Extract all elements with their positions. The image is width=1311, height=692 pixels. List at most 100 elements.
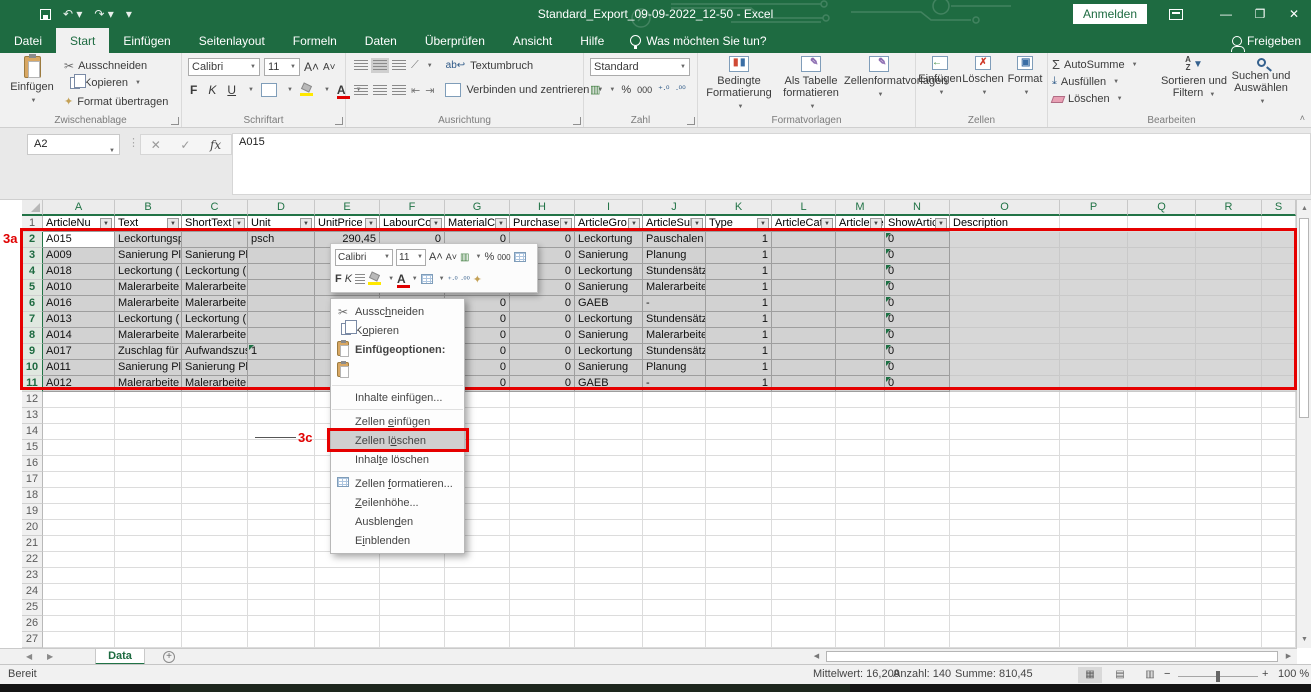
- cell-I12[interactable]: [575, 392, 643, 408]
- cell-D22[interactable]: [248, 552, 315, 568]
- cell-N23[interactable]: [885, 568, 950, 584]
- cell-N10[interactable]: 0: [885, 360, 950, 376]
- cell-Q16[interactable]: [1128, 456, 1196, 472]
- row-header-2[interactable]: 2: [22, 232, 43, 248]
- increase-indent-icon[interactable]: ⇥: [425, 84, 434, 97]
- cell-P19[interactable]: [1060, 504, 1128, 520]
- cell-L5[interactable]: [772, 280, 836, 296]
- cell-I15[interactable]: [575, 440, 643, 456]
- cell-K23[interactable]: [706, 568, 772, 584]
- zoom-in-icon[interactable]: +: [1262, 668, 1268, 680]
- cell-L19[interactable]: [772, 504, 836, 520]
- cell-C26[interactable]: [182, 616, 248, 632]
- cell-B21[interactable]: [115, 536, 182, 552]
- paste-button[interactable]: Einfügen▼: [6, 56, 58, 114]
- name-box[interactable]: A2▼: [27, 134, 120, 155]
- row-header-24[interactable]: 24: [22, 584, 43, 600]
- format-cells-button[interactable]: ▣ Format▼: [1004, 56, 1046, 114]
- cell-A3[interactable]: A009: [43, 248, 115, 264]
- cell-J19[interactable]: [643, 504, 706, 520]
- cell-A2[interactable]: A015: [43, 232, 115, 248]
- column-header-J[interactable]: J: [643, 200, 706, 216]
- cell-I1[interactable]: ArticleGro▼: [575, 216, 643, 232]
- cell-P7[interactable]: [1060, 312, 1128, 328]
- cell-L9[interactable]: [772, 344, 836, 360]
- cell-O25[interactable]: [950, 600, 1060, 616]
- cell-I21[interactable]: [575, 536, 643, 552]
- cancel-icon[interactable]: ✕: [151, 138, 161, 152]
- cell-A25[interactable]: [43, 600, 115, 616]
- cell-L21[interactable]: [772, 536, 836, 552]
- cell-D24[interactable]: [248, 584, 315, 600]
- column-header-F[interactable]: F: [380, 200, 445, 216]
- cell-L27[interactable]: [772, 632, 836, 648]
- mini-borders-icon[interactable]: [421, 274, 433, 284]
- cell-K7[interactable]: 1: [706, 312, 772, 328]
- vertical-scrollbar[interactable]: ▲ ▼: [1296, 200, 1311, 648]
- cell-H27[interactable]: [510, 632, 575, 648]
- row-header-1[interactable]: 1: [22, 216, 43, 232]
- cell-I25[interactable]: [575, 600, 643, 616]
- clear-button[interactable]: Löschen▼: [1052, 93, 1123, 105]
- cell-J11[interactable]: -: [643, 376, 706, 392]
- cell-Q15[interactable]: [1128, 440, 1196, 456]
- comma-style-button[interactable]: 000: [637, 85, 652, 95]
- cell-O24[interactable]: [950, 584, 1060, 600]
- filter-dropdown-PurchaseF[interactable]: ▼: [560, 218, 572, 230]
- cell-Q4[interactable]: [1128, 264, 1196, 280]
- cell-K21[interactable]: [706, 536, 772, 552]
- cell-P4[interactable]: [1060, 264, 1128, 280]
- cell-B9[interactable]: Zuschlag für: [115, 344, 182, 360]
- cell-I7[interactable]: Leckortung: [575, 312, 643, 328]
- cell-O1[interactable]: Description: [950, 216, 1060, 232]
- cell-P2[interactable]: [1060, 232, 1128, 248]
- cell-S9[interactable]: [1262, 344, 1296, 360]
- row-header-21[interactable]: 21: [22, 536, 43, 552]
- cell-I19[interactable]: [575, 504, 643, 520]
- context-menu-item-zellen-einf-gen[interactable]: Zellen einfügen: [331, 412, 464, 431]
- mini-accounting-icon[interactable]: ▥: [460, 252, 469, 263]
- row-header-14[interactable]: 14: [22, 424, 43, 440]
- cell-M2[interactable]: [836, 232, 885, 248]
- cell-S25[interactable]: [1262, 600, 1296, 616]
- cell-Q18[interactable]: [1128, 488, 1196, 504]
- cell-J27[interactable]: [643, 632, 706, 648]
- cell-M24[interactable]: [836, 584, 885, 600]
- mini-format-painter-icon[interactable]: ✦: [473, 273, 482, 286]
- accounting-format-icon[interactable]: ▥: [590, 83, 600, 96]
- cell-K3[interactable]: 1: [706, 248, 772, 264]
- column-header-A[interactable]: A: [43, 200, 115, 216]
- cell-R3[interactable]: [1196, 248, 1262, 264]
- cell-O26[interactable]: [950, 616, 1060, 632]
- cell-K1[interactable]: Type▼: [706, 216, 772, 232]
- cell-I5[interactable]: Sanierung: [575, 280, 643, 296]
- cell-O13[interactable]: [950, 408, 1060, 424]
- cell-K12[interactable]: [706, 392, 772, 408]
- tab-ansicht[interactable]: Ansicht: [499, 28, 566, 53]
- scroll-down-icon[interactable]: ▼: [1297, 632, 1311, 647]
- cell-R24[interactable]: [1196, 584, 1262, 600]
- cell-S20[interactable]: [1262, 520, 1296, 536]
- cell-R19[interactable]: [1196, 504, 1262, 520]
- cell-A22[interactable]: [43, 552, 115, 568]
- context-menu-item-ausblenden[interactable]: Ausblenden: [331, 512, 464, 531]
- increase-decimal-icon[interactable]: ⁺·⁰: [658, 84, 669, 95]
- cell-R17[interactable]: [1196, 472, 1262, 488]
- cell-A19[interactable]: [43, 504, 115, 520]
- cell-Q17[interactable]: [1128, 472, 1196, 488]
- row-header-25[interactable]: 25: [22, 600, 43, 616]
- context-menu-item-kopieren[interactable]: Kopieren: [331, 321, 464, 340]
- cell-S10[interactable]: [1262, 360, 1296, 376]
- cell-M16[interactable]: [836, 456, 885, 472]
- context-menu-item-inhalte-einf-gen[interactable]: Inhalte einfügen...: [331, 388, 464, 407]
- cell-Q27[interactable]: [1128, 632, 1196, 648]
- sheet-tab-data[interactable]: Data: [95, 649, 145, 665]
- cell-L15[interactable]: [772, 440, 836, 456]
- font-family-combo[interactable]: Calibri▼: [188, 58, 260, 76]
- context-menu-item-inhalte-l-schen[interactable]: Inhalte löschen: [331, 450, 464, 469]
- row-header-17[interactable]: 17: [22, 472, 43, 488]
- cell-Q26[interactable]: [1128, 616, 1196, 632]
- cell-O21[interactable]: [950, 536, 1060, 552]
- signin-button[interactable]: Anmelden: [1073, 4, 1147, 24]
- cell-N5[interactable]: 0: [885, 280, 950, 296]
